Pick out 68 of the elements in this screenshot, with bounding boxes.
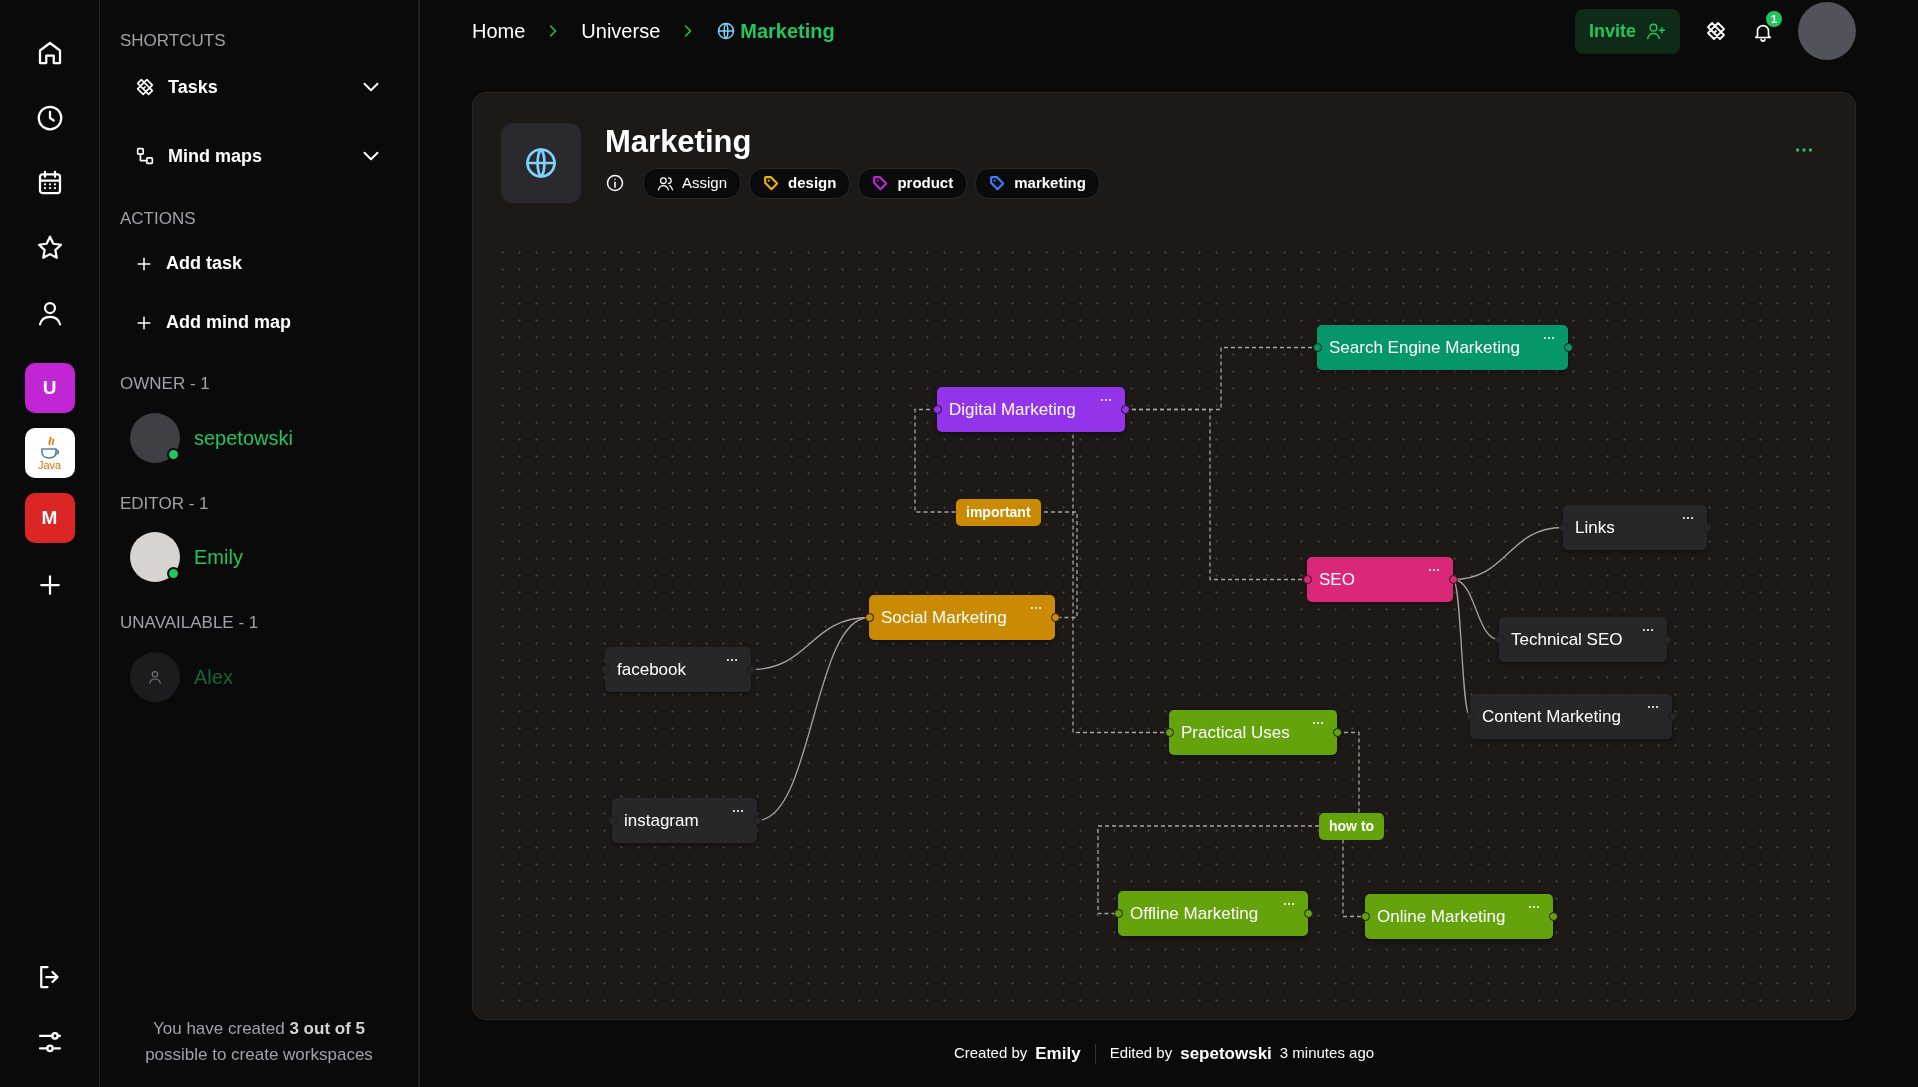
node-handle[interactable] bbox=[1332, 728, 1342, 737]
editor-name[interactable]: sepetowski bbox=[1180, 1040, 1272, 1067]
node-handle[interactable] bbox=[932, 405, 942, 414]
breadcrumb-link[interactable]: Home bbox=[472, 16, 526, 46]
user-add-icon bbox=[1646, 21, 1666, 41]
mind-map-node[interactable]: Digital Marketing bbox=[937, 387, 1125, 432]
invite-button[interactable]: Invite bbox=[1575, 8, 1680, 54]
node-handle[interactable] bbox=[1667, 712, 1677, 721]
node-handle[interactable] bbox=[1113, 909, 1123, 918]
action-item[interactable]: Add mind map bbox=[120, 298, 398, 347]
breadcrumb-link[interactable]: Marketing bbox=[716, 16, 835, 46]
globe-icon bbox=[716, 21, 737, 41]
node-handle[interactable] bbox=[1494, 635, 1504, 644]
workspace-title: Marketing bbox=[605, 123, 753, 161]
node-handle[interactable] bbox=[1164, 728, 1174, 737]
mind-map-node[interactable]: Content Marketing bbox=[1470, 694, 1672, 739]
section-title: UNAVAILABLE - 1 bbox=[120, 612, 260, 634]
node-handle[interactable] bbox=[1548, 912, 1558, 921]
tag-chip[interactable]: marketing bbox=[975, 168, 1100, 199]
section-title: OWNER - 1 bbox=[120, 373, 211, 395]
node-handle[interactable] bbox=[1303, 909, 1313, 918]
author-name[interactable]: Emily bbox=[1035, 1040, 1081, 1067]
workspace-button[interactable]: U bbox=[24, 363, 75, 413]
member-name[interactable]: sepetowski bbox=[194, 422, 293, 453]
logo-text: Java bbox=[37, 459, 62, 471]
section-title: ACTIONS bbox=[120, 207, 197, 230]
workspace-button[interactable]: M bbox=[24, 493, 75, 543]
node-handle[interactable] bbox=[864, 613, 874, 622]
shortcut-item[interactable]: Tasks bbox=[120, 61, 398, 113]
mind-map-node[interactable]: facebook bbox=[605, 647, 751, 692]
section-title: SHORTCUTS bbox=[120, 30, 227, 52]
workspace-limit-note: You have created 3 out of 5 possible to create workspaces bbox=[144, 1018, 374, 1066]
mind-map-icon bbox=[134, 145, 156, 167]
tag-chip[interactable]: product bbox=[858, 168, 968, 199]
node-handle[interactable] bbox=[1050, 613, 1060, 622]
member-name[interactable]: Emily bbox=[194, 542, 243, 572]
info-icon[interactable] bbox=[605, 173, 625, 194]
tools-icon[interactable] bbox=[1704, 19, 1728, 43]
node-handle[interactable] bbox=[1302, 575, 1312, 584]
user-icon bbox=[147, 668, 163, 685]
shortcut-item[interactable]: Mind maps bbox=[120, 130, 398, 182]
node-handle[interactable] bbox=[746, 665, 756, 674]
node-handle[interactable] bbox=[1465, 712, 1475, 721]
node-handle[interactable] bbox=[1312, 343, 1322, 352]
footer-label: Edited by bbox=[1109, 1043, 1173, 1064]
node-handle[interactable] bbox=[1448, 575, 1458, 584]
action-item[interactable]: Add task bbox=[120, 239, 398, 288]
assign-button[interactable]: Assign bbox=[643, 168, 742, 199]
globe-icon bbox=[523, 145, 559, 181]
tag-chip[interactable]: design bbox=[749, 168, 851, 199]
mind-map-node[interactable]: Technical SEO bbox=[1499, 617, 1667, 662]
footer-label: Created by bbox=[953, 1043, 1028, 1064]
notification-count: 1 bbox=[1766, 11, 1782, 27]
cup-icon bbox=[38, 435, 61, 460]
users-icon bbox=[657, 174, 674, 192]
mind-map-node[interactable]: instagram bbox=[612, 798, 757, 843]
node-handle[interactable] bbox=[1563, 343, 1573, 352]
mind-map-node[interactable]: SEO bbox=[1307, 557, 1453, 602]
node-handle[interactable] bbox=[1360, 912, 1370, 921]
mind-map-node[interactable]: Links bbox=[1563, 505, 1707, 550]
node-handle[interactable] bbox=[752, 816, 762, 825]
breadcrumb-link[interactable]: Universe bbox=[581, 16, 661, 46]
node-handle[interactable] bbox=[1120, 405, 1130, 414]
tools-icon bbox=[134, 76, 156, 98]
edit-time: 3 minutes ago bbox=[1279, 1043, 1375, 1064]
mind-map-node[interactable]: Search Engine Marketing bbox=[1317, 325, 1568, 370]
section-title: EDITOR - 1 bbox=[120, 492, 210, 515]
node-handle[interactable] bbox=[1558, 523, 1568, 532]
